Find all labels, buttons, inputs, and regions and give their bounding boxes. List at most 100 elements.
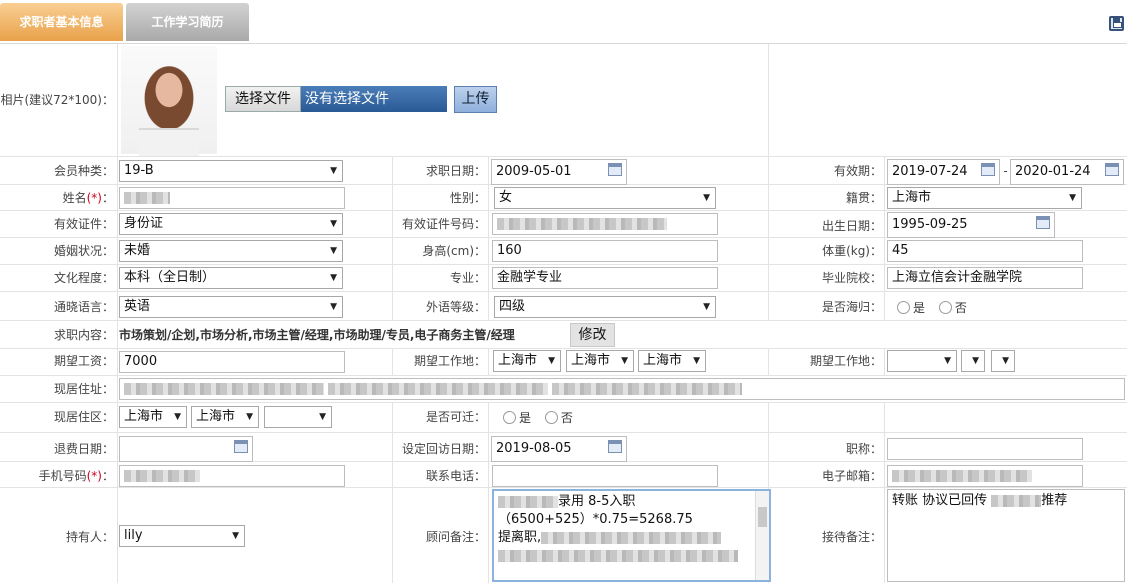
row-divider [0,348,1127,349]
member-type-select[interactable]: 19-B ▼ [119,160,343,182]
weight-input[interactable]: 45 [887,240,1083,262]
upload-button[interactable]: 上传 [454,86,497,113]
height-input[interactable]: 160 [492,240,718,262]
district-label: 现居住区： [53,410,114,424]
valid-to-input[interactable]: 2020-01-24 [1010,159,1124,185]
job-content-label: 求职内容： [53,328,114,342]
calendar-icon[interactable] [608,163,622,176]
language-label: 通晓语言： [53,300,114,314]
calendar-icon[interactable] [1105,163,1119,176]
work-place-province-select[interactable]: 上海市 ▼ [493,350,561,372]
school-label: 毕业院校： [821,271,882,285]
chevron-down-icon: ▼ [330,166,337,176]
chevron-down-icon: ▼ [1069,193,1076,203]
work-place2-city-select[interactable]: ▼ [961,350,985,372]
relocate-label: 是否可迁： [425,410,486,424]
relocate-no-radio[interactable] [544,411,558,424]
redacted-text [892,469,1032,482]
title-label: 职称： [845,442,882,456]
birth-date-input[interactable]: 1995-09-25 [887,212,1055,238]
file-name-display: 没有选择文件 [301,86,447,112]
email-label: 电子邮箱： [821,469,882,483]
marital-select[interactable]: 未婚 ▼ [119,240,343,262]
origin-select[interactable]: 上海市 ▼ [887,187,1082,209]
marital-label: 婚姻状况： [53,244,114,258]
apply-date-input[interactable]: 2009-05-01 [491,159,627,185]
redacted-text [328,382,549,395]
choose-file-button[interactable]: 选择文件 [225,86,301,112]
consultant-note-textarea[interactable]: 录用 8-5入职 （6500+525）*0.75=5268.75 提离职, [492,489,771,582]
education-select[interactable]: 本科（全日制） ▼ [119,267,343,289]
mobile-input[interactable] [119,465,345,487]
education-label: 文化程度： [53,271,114,285]
returnee-label: 是否海归： [821,300,882,314]
returnee-no-radio[interactable] [938,301,952,314]
weight-label: 体重(kg)： [822,244,882,258]
lang-level-select[interactable]: 四级 ▼ [494,296,716,318]
origin-label: 籍贯： [845,191,882,205]
chevron-down-icon: ▼ [972,356,979,366]
redacted-text [497,217,667,230]
school-input[interactable]: 上海立信会计金融学院 [887,267,1083,289]
refund-date-input[interactable] [119,436,253,462]
relocate-yes-radio[interactable] [503,411,516,424]
name-input[interactable] [119,187,345,209]
chevron-down-icon: ▼ [1002,356,1009,366]
visit-date-label: 设定回访日期： [401,442,486,456]
col-divider [768,44,769,157]
returnee-yes-radio[interactable] [897,301,910,314]
modify-button[interactable]: 修改 [570,323,615,347]
row-divider [0,264,1127,265]
id-number-input[interactable] [492,213,718,235]
work-place2-district-select[interactable]: ▼ [991,350,1015,372]
calendar-icon[interactable] [1036,216,1050,229]
calendar-icon[interactable] [608,440,622,453]
district-area-select[interactable]: ▼ [264,406,332,428]
row-divider [0,210,1127,211]
work-place2-label: 期望工作地： [809,354,882,368]
gender-select[interactable]: 女 ▼ [494,187,716,209]
col-divider [392,402,393,583]
valid-period-label: 有效期： [833,164,882,178]
calendar-icon[interactable] [981,163,995,176]
applicant-photo [121,46,217,156]
chevron-down-icon: ▼ [232,531,239,541]
holder-select[interactable]: lily ▼ [119,525,245,547]
work-place2-province-select[interactable]: ▼ [887,350,957,372]
row-divider [0,432,1127,433]
chevron-down-icon: ▼ [548,356,555,366]
tab-work-study-resume[interactable]: 工作学习简历 [126,3,249,41]
district-province-select[interactable]: 上海市 ▼ [119,406,187,428]
save-icon[interactable] [1109,16,1124,31]
chevron-down-icon: ▼ [703,302,710,312]
visit-date-input[interactable]: 2019-08-05 [491,436,627,462]
textarea-scrollbar[interactable] [755,491,769,580]
birth-date-label: 出生日期： [821,219,882,233]
id-type-select[interactable]: 身份证 ▼ [119,213,343,235]
major-input[interactable]: 金融学专业 [492,267,718,289]
valid-from-input[interactable]: 2019-07-24 [887,159,1000,185]
reception-note-textarea[interactable]: 转账 协议已回传 推荐 [887,489,1125,582]
work-place-district-select[interactable]: 上海市 ▼ [638,350,706,372]
consultant-note-label: 顾问备注： [425,530,486,544]
col-divider [884,156,885,320]
work-place-city-select[interactable]: 上海市 ▼ [566,350,634,372]
chevron-down-icon: ▼ [330,273,337,283]
redacted-text [124,469,200,482]
email-input[interactable] [887,465,1083,487]
phone-input[interactable] [492,465,718,487]
lang-level-label: 外语等级： [425,300,486,314]
height-label: 身高(cm)： [422,244,486,258]
language-select[interactable]: 英语 ▼ [119,296,343,318]
scrollbar-thumb[interactable] [758,507,767,527]
address-input[interactable] [119,378,1125,400]
calendar-icon[interactable] [234,440,248,453]
district-city-select[interactable]: 上海市 ▼ [191,406,259,428]
title-input[interactable] [887,438,1083,460]
salary-input[interactable]: 7000 [119,351,345,373]
row-divider [0,291,1127,292]
chevron-down-icon: ▼ [319,412,326,422]
tab-basic-info[interactable]: 求职者基本信息 [0,3,123,41]
row-divider [0,487,1127,488]
chevron-down-icon: ▼ [330,302,337,312]
